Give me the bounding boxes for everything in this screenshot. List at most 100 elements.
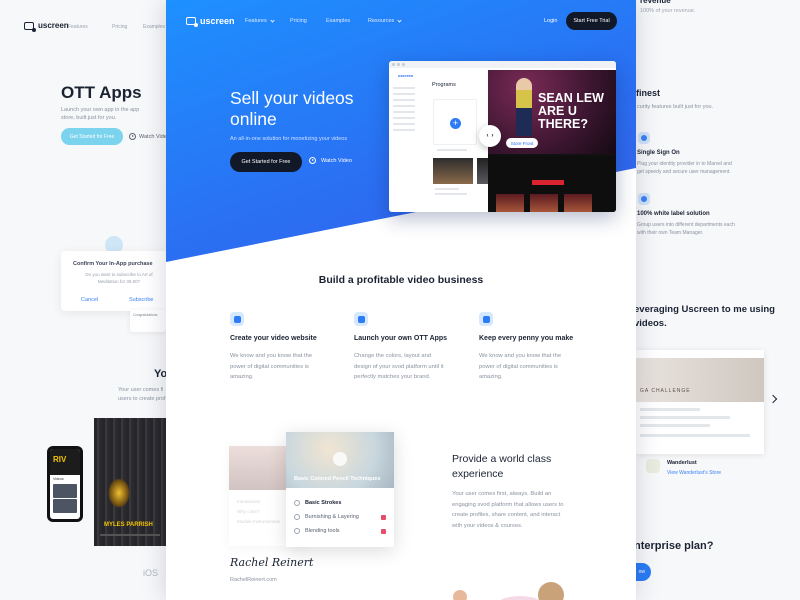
left-section-text: Your user comes fi users to create prof [118,387,166,402]
section-title: Build a profitable video business [318,274,484,286]
start-trial-button[interactable]: Start Free Trial [566,12,617,30]
left-desc: Launch your own app in the app store, bu… [61,107,140,121]
nav-pricing[interactable]: Pricing [290,18,307,24]
dialog-title: Confirm Your In-App purchase [73,261,153,267]
notification-toast: Congratulations [130,310,166,332]
feature-title: Launch your own OTT Apps [354,335,448,342]
lesson-label: Blending tools [305,528,340,534]
platform-label: iOS [143,568,159,578]
watch-video-label: Watch Video [321,157,352,164]
play-circle-icon [294,514,300,520]
lesson-item[interactable]: Basic Strokes [286,496,394,510]
mobile-app-icon [354,312,368,326]
window-dot [397,63,400,66]
phone-label: Videos [53,477,64,481]
store-front-button[interactable]: Store Front [506,138,538,148]
nav-features[interactable]: Features [245,17,275,24]
right-revenue-text: 100% of your revenue. [640,8,696,14]
storefront-headline: SEAN LEW ARE U THERE? [538,91,604,131]
right-preview-panel [636,0,800,600]
mockup-line [435,193,467,195]
left-nav-pricing[interactable]: Pricing [112,24,127,30]
right-finest-text: curity features built just for you. [637,104,714,110]
browser-bar [389,61,616,68]
program-thumbnail [433,158,473,184]
main-landing-page: uscreen Features Pricing Examples Resour… [166,0,636,600]
store-row [640,408,700,411]
mockup-sidebar [393,83,423,135]
sso-title: Single Sign On [637,150,680,156]
play-icon [309,157,316,164]
left-watch-link[interactable]: Watch Vide [129,133,167,140]
dialog-cancel-button[interactable]: Cancel [81,297,98,303]
header-logo[interactable]: uscreen [186,16,235,27]
right-revenue-heading: revenue [640,0,671,5]
white-label-title: 100% white label solution [637,211,710,217]
phone-logo: RIV [50,449,80,475]
avatar [453,590,467,600]
dollar-icon [479,312,493,326]
left-nav-features[interactable]: Features [68,24,88,30]
video-light [108,478,130,508]
wanderlust-name: Wanderlust [667,460,697,466]
store-screenshot: GA CHALLENGE [636,350,764,454]
left-nav-examples[interactable]: Examples [143,24,165,30]
left-brand-text: uscreen [38,21,69,30]
store-row [640,434,750,437]
play-icon [129,133,136,140]
mockup-programs-title: Programs [432,82,456,88]
lock-icon [381,528,386,534]
storefront-preview: SEAN LEW ARE U THERE? Store Front [488,70,616,212]
creator-url[interactable]: RachelReinert.com [230,577,277,583]
storefront-thumbnail [530,194,558,212]
dialog-text: Do you want to subscribe to Art of Medit… [85,272,153,284]
showcase-canvas: uscreen Features Pricing Examples OTT Ap… [0,0,800,600]
phone-mockup: RIV Videos [47,446,83,522]
purchase-dialog: Confirm Your In-App purchase Do you want… [61,251,171,311]
left-watch-label: Watch Vide [139,133,167,140]
logo-icon [24,21,36,32]
store-row [640,424,710,427]
chevron-left-icon: ‹ [486,133,489,139]
course-card: Basic Colored Pencil Techniques Basic St… [286,432,394,547]
course-caption: Basic Colored Pencil Techniques [294,476,381,482]
nav-examples[interactable]: Examples [326,18,350,24]
watch-video-link[interactable]: Watch Video [309,157,352,164]
chevron-down-icon [270,17,275,23]
world-class-title: Provide a world class experience [452,453,552,480]
window-dot [392,63,395,66]
notification-text: Congratulations [133,313,158,317]
plus-icon: + [450,118,461,129]
feature-title: Keep every penny you make [479,335,574,342]
window-dot [402,63,405,66]
lesson-item[interactable]: Blending tools [286,524,394,538]
play-icon[interactable] [333,452,347,466]
phone-screen: RIV Videos [50,449,80,519]
mockup-line [435,188,459,190]
dialog-subscribe-button[interactable]: Subscribe [129,297,153,303]
avatar [538,582,564,600]
phone-thumbnail [53,499,77,513]
enterprise-heading: nterprise plan? [634,540,714,552]
lesson-label: Basic Strokes [305,500,342,506]
wanderlust-store-link[interactable]: View Wanderlust's Store [667,470,721,476]
logo-icon [186,17,198,27]
video-progress-bar[interactable] [100,534,160,536]
feature-desc: We know and you know that the power of d… [479,353,562,380]
login-link[interactable]: Login [544,18,557,24]
compare-slider-handle[interactable]: ‹ › [479,125,501,147]
right-finest-heading: finest [636,88,661,98]
decor-shape [496,596,544,600]
app-mockup: uscreen Programs + SEAN LEW ARE U THERE?… [389,61,616,212]
lesson-item[interactable]: Burnishing & Layering [286,510,394,524]
lock-icon [381,514,386,520]
get-started-button[interactable]: Get Started for Free [230,152,302,172]
signature: Rachel Reinert [230,556,314,569]
hero-title: Sell your videos online [230,88,354,129]
nav-features-label: Features [245,18,267,24]
nav-resources[interactable]: Resources [368,17,402,24]
left-cta-button[interactable]: Get Started for Free [61,128,123,145]
storefront-thumbnail [496,194,524,212]
left-logo[interactable]: uscreen [24,21,69,32]
left-title: OTT Apps [61,83,142,102]
